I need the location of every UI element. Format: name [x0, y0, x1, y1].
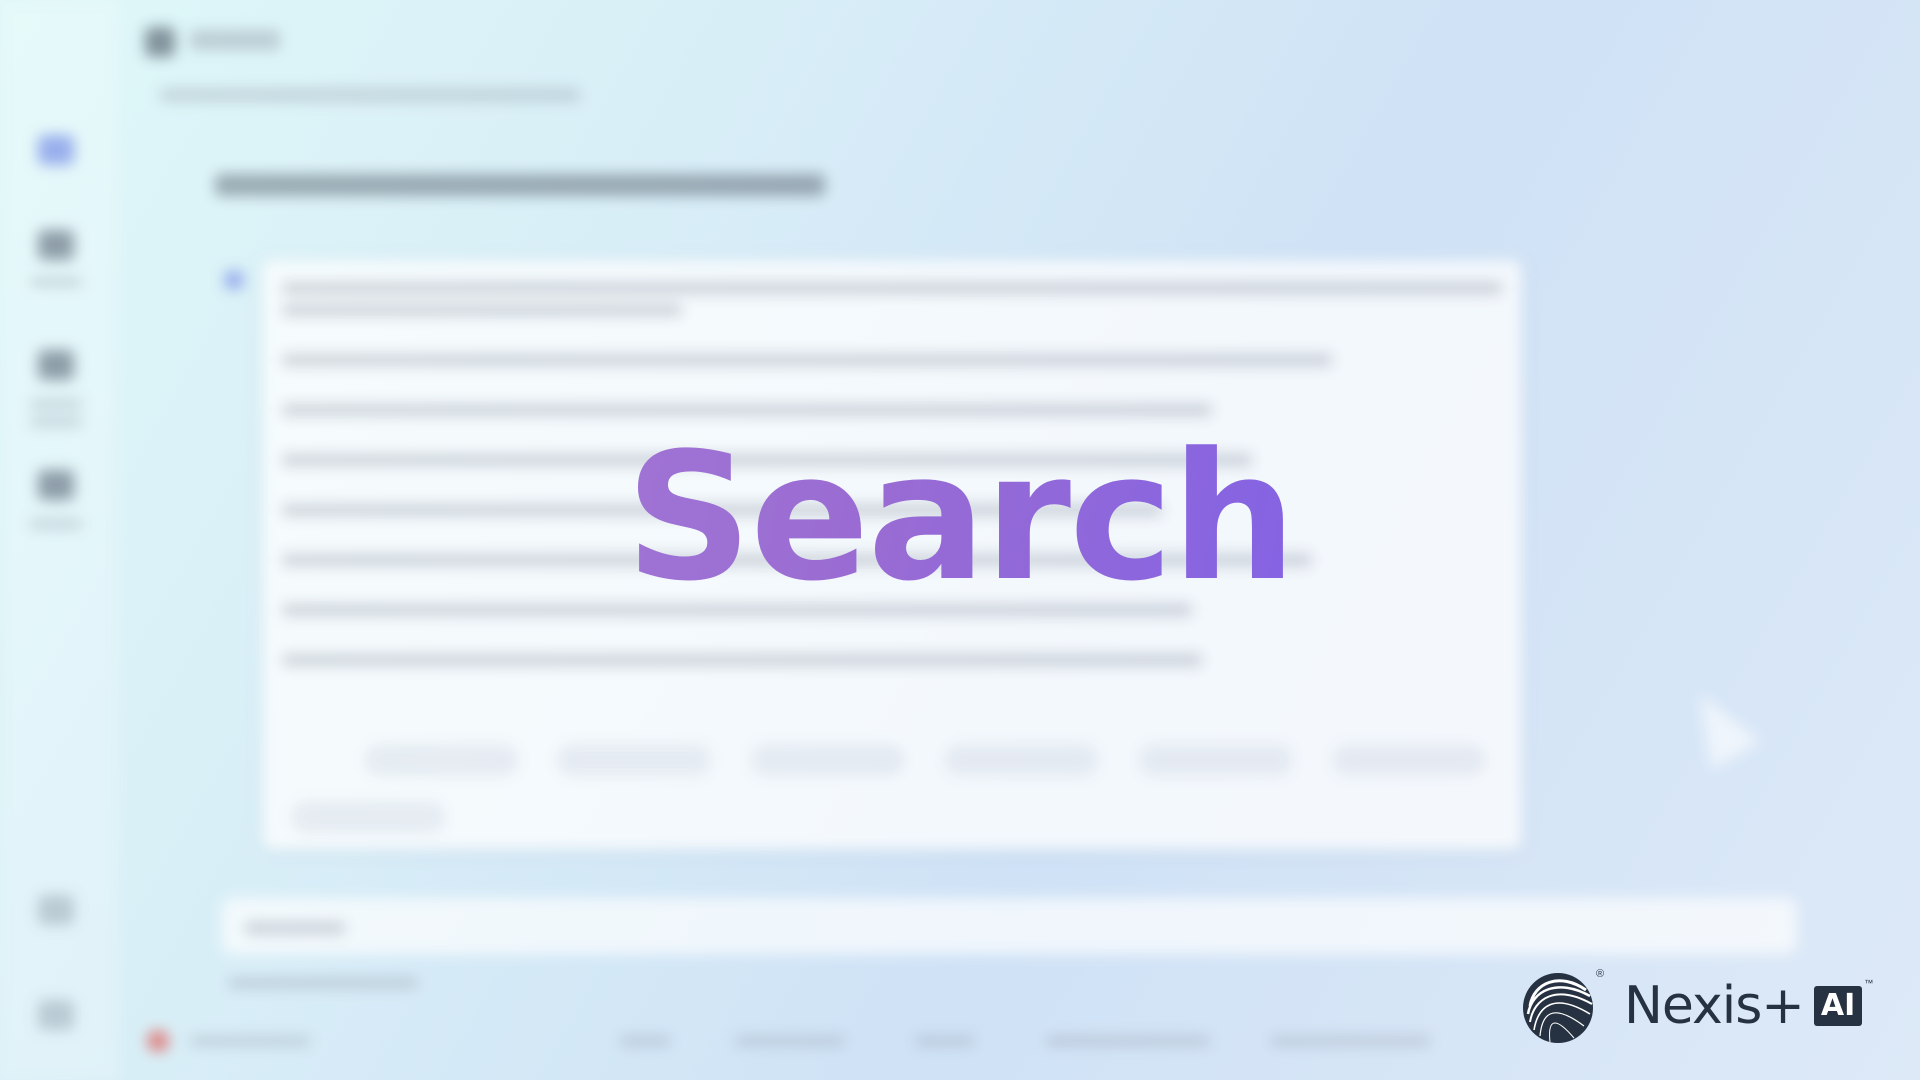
footer-link [1045, 1036, 1210, 1046]
footer-status-dot [147, 1030, 169, 1052]
brand-logo: ® Nexis+ AI ™ [1520, 966, 1873, 1046]
sidebar-label [30, 400, 82, 408]
nexis-swirl-logo-icon: ® [1520, 968, 1604, 1044]
answer-line [282, 354, 1332, 366]
sidebar-label [30, 418, 82, 426]
app-title [190, 30, 280, 50]
footer-link [735, 1036, 845, 1046]
sidebar-label [30, 278, 82, 286]
source-chip [1140, 745, 1292, 775]
source-chip [292, 802, 444, 832]
footer-link [190, 1036, 310, 1046]
app-icon [145, 27, 175, 57]
footer-link [1270, 1036, 1430, 1046]
answer-line [282, 654, 1202, 666]
question-heading [215, 174, 825, 196]
sidebar-doc-icon [38, 350, 74, 380]
brand-ai-badge: AI [1813, 986, 1863, 1026]
overlay-title: Search [0, 430, 1920, 606]
mouse-pointer-icon [1676, 680, 1760, 770]
sidebar-chat-icon [38, 230, 74, 260]
answer-line [282, 304, 682, 316]
sidebar-user-icon [38, 1000, 74, 1030]
brand-name: Nexis+ [1624, 976, 1805, 1036]
source-chip [365, 745, 517, 775]
input-placeholder [245, 922, 345, 934]
breadcrumb [160, 88, 580, 102]
input-hint [228, 978, 418, 988]
sidebar-settings-icon [38, 895, 74, 925]
source-chip [752, 745, 904, 775]
footer-link [620, 1036, 670, 1046]
trademark-mark: ™ [1864, 978, 1874, 988]
source-chip [945, 745, 1097, 775]
answer-line [282, 282, 1502, 294]
source-chip [1333, 745, 1485, 775]
assistant-avatar-icon [224, 270, 244, 290]
footer-link [915, 1036, 975, 1046]
sidebar-home-icon [38, 135, 74, 165]
prompt-input-bar [222, 898, 1797, 954]
registered-mark: ® [1596, 968, 1605, 980]
source-chip [558, 745, 710, 775]
